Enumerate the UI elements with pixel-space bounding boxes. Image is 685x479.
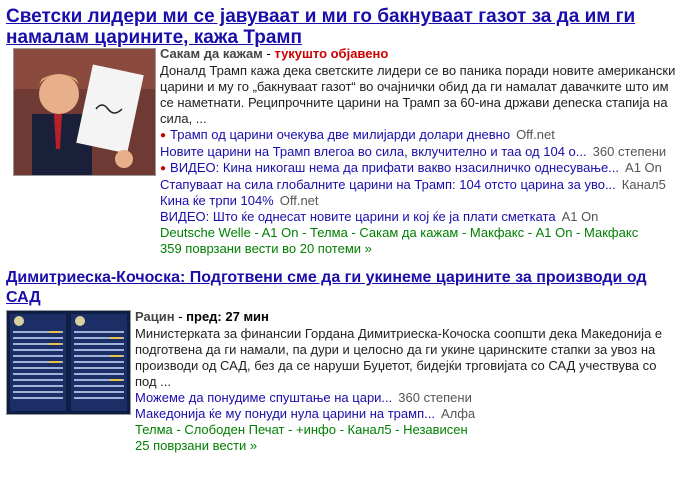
bullet-icon: ● <box>160 163 167 174</box>
related-source: A1 On <box>561 209 599 224</box>
related-link[interactable]: ВИДЕО: Кина никогаш нема да прифати вакв… <box>170 160 619 175</box>
sources-line[interactable]: Телма - Слободен Печат - +инфо - Канал5 … <box>135 422 675 438</box>
related-item[interactable]: ВИДЕО: Што ќе однесат новите царини и ко… <box>160 209 680 225</box>
sources-line[interactable]: Deutsche Welle - A1 On - Телма - Сакам д… <box>160 225 680 241</box>
more-related-link[interactable]: 25 поврзани вести » <box>135 438 675 454</box>
story-headline-link[interactable]: Димитриеска-Кочоска: Подготвени сме да г… <box>6 268 678 308</box>
related-source: Канал5 <box>621 177 666 192</box>
story-thumbnail-image[interactable] <box>6 310 131 415</box>
related-item[interactable]: Новите царини на Трамп влегоа во сила, в… <box>160 144 680 160</box>
related-link[interactable]: Можеме да понудиме спуштање на цари... <box>135 390 392 405</box>
related-link[interactable]: Македонија ќе му понуди нула царини на т… <box>135 406 435 421</box>
story-time: тукушто објавено <box>274 46 389 61</box>
related-item[interactable]: Македонија ќе му понуди нула царини на т… <box>135 406 675 422</box>
related-link[interactable]: Трамп од царини очекува две милијарди до… <box>170 127 510 142</box>
story-time: пред: 27 мин <box>186 309 269 324</box>
story-source[interactable]: Сакам да кажам <box>160 46 263 61</box>
related-source: 360 степени <box>592 144 667 159</box>
related-source: Алфа <box>440 406 476 421</box>
bullet-icon: ● <box>160 130 167 141</box>
related-item[interactable]: ● Трамп од царини очекува две милијарди д… <box>160 127 680 144</box>
story-source[interactable]: Рацин <box>135 309 175 324</box>
related-link[interactable]: Новите царини на Трамп влегоа во сила, в… <box>160 144 587 159</box>
related-link[interactable]: ВИДЕО: Што ќе однесат новите царини и ко… <box>160 209 556 224</box>
related-link[interactable]: Кина ќе трпи 104% <box>160 193 274 208</box>
related-item[interactable]: ● ВИДЕО: Кина никогаш нема да прифати вак… <box>160 160 680 177</box>
related-source: Off.net <box>279 193 319 208</box>
story-headline-link[interactable]: Светски лидери ми се јавуваат и ми го ба… <box>6 6 678 48</box>
related-source: Off.net <box>516 127 555 142</box>
related-item[interactable]: Стапуваат на сила глобалните царини на Т… <box>160 177 680 193</box>
related-source: A1 On <box>625 160 662 175</box>
related-link[interactable]: Стапуваат на сила глобалните царини на Т… <box>160 177 616 192</box>
more-related-link[interactable]: 359 поврзани вести во 20 потеми » <box>160 241 680 257</box>
story-snippet: Доналд Трамп кажа дека светските лидери … <box>160 63 676 126</box>
story-snippet: Министерката за финансии Гордана Димитри… <box>135 326 663 389</box>
related-item[interactable]: Кина ќе трпи 104% Off.net <box>160 193 680 209</box>
related-source: 360 степени <box>398 390 472 405</box>
story-thumbnail-image[interactable] <box>13 48 156 176</box>
related-item[interactable]: Можеме да понудиме спуштање на цари... 36… <box>135 390 675 406</box>
